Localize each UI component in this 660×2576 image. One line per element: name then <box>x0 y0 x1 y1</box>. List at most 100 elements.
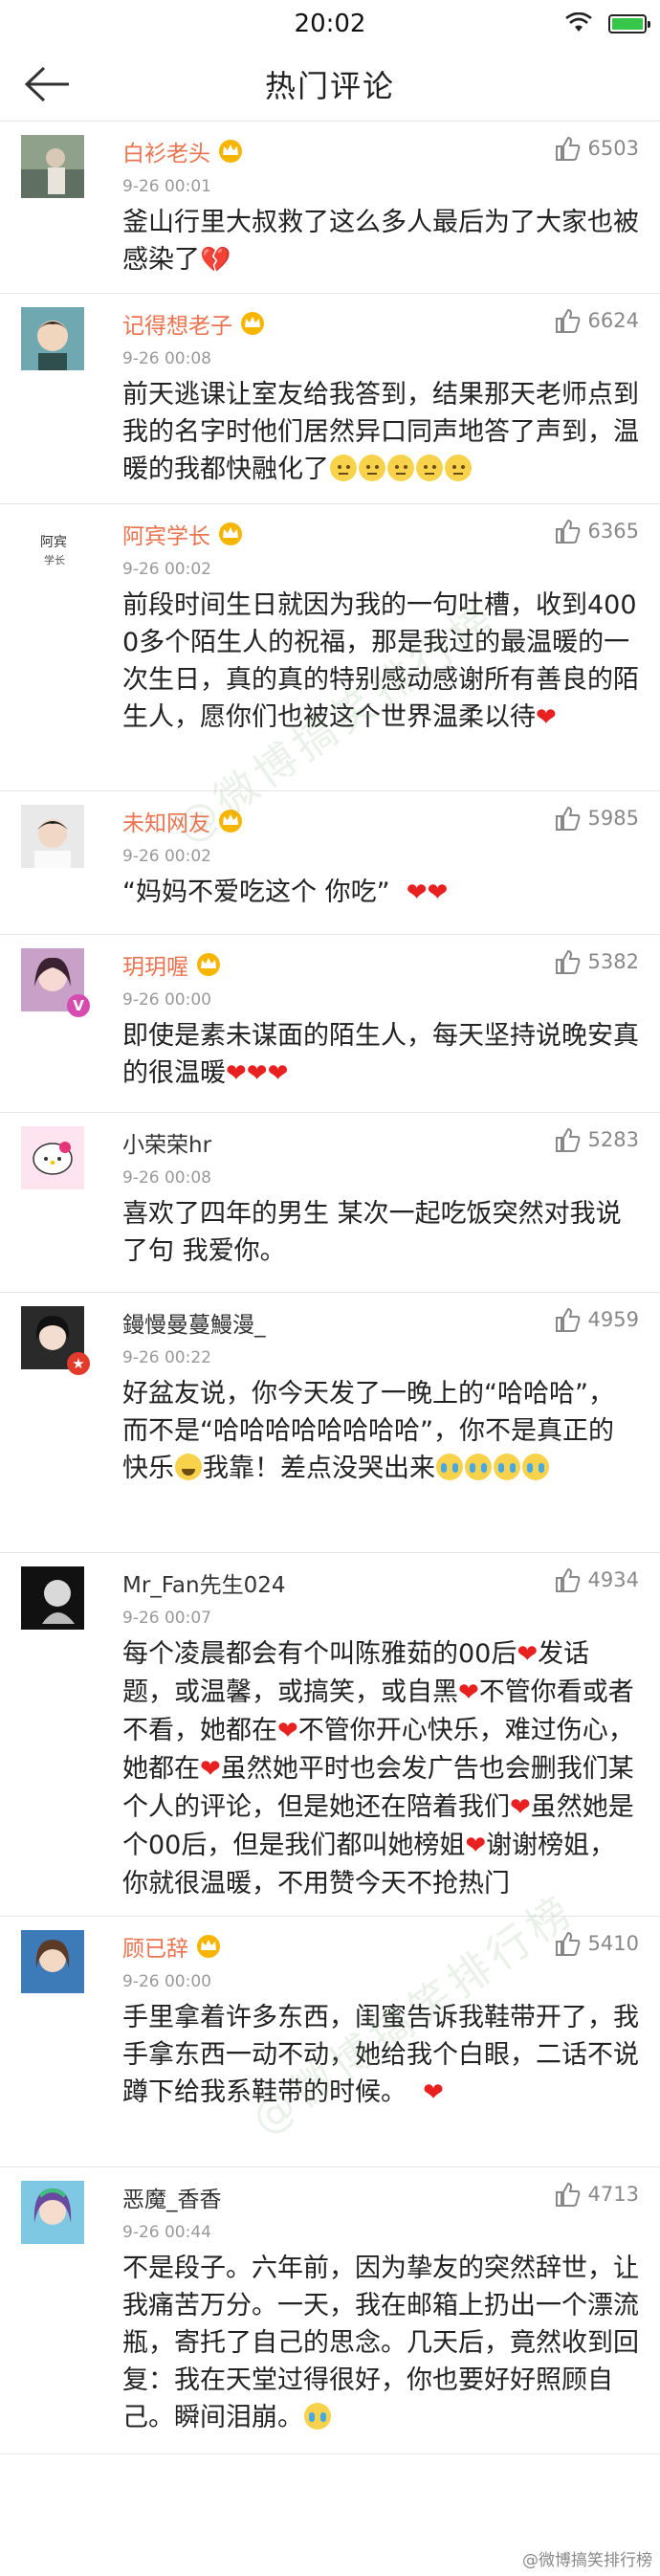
battery-icon <box>608 14 650 33</box>
comment-item: 恶魔_香香 9-26 00:44 4713 不是段子。六年前，因为挚友的突然辞世… <box>0 2167 660 2454</box>
like-button[interactable]: 6503 <box>554 135 639 162</box>
heart-icon: ❤ <box>267 1059 289 1088</box>
crown-icon <box>197 953 220 976</box>
like-count: 4713 <box>587 2183 639 2206</box>
username[interactable]: 鏝慢曼蔓鰻漫_ <box>122 1306 266 1339</box>
thumb-up-icon <box>555 1127 580 1152</box>
like-count: 6624 <box>587 309 639 332</box>
username[interactable]: 恶魔_香香 <box>122 2181 222 2213</box>
like-count: 4959 <box>587 1308 639 1331</box>
comment-time: 9-26 00:08 <box>122 1168 211 1188</box>
comment-time: 9-26 00:08 <box>122 349 211 368</box>
thumb-up-icon <box>555 308 580 333</box>
like-button[interactable]: 4713 <box>554 2181 639 2208</box>
crying-emoji-icon <box>522 1454 549 1480</box>
verified-badge-icon: V <box>67 994 90 1017</box>
thumb-up-icon <box>555 806 580 831</box>
like-count: 6503 <box>587 137 639 160</box>
username[interactable]: 小荣荣hr <box>122 1126 211 1159</box>
comment-text: 前段时间生日就因为我的一句吐槽，收到4000多个陌生人的祝福，那是我过的最温暖的… <box>122 590 639 732</box>
like-button[interactable]: 5283 <box>554 1126 639 1153</box>
like-count: 5410 <box>587 1932 639 1955</box>
comment-item: V 玥玥喔 9-26 00:00 5382 即使是素未谋面的陌生人，每天坚持说晚… <box>0 935 660 1113</box>
avatar[interactable] <box>21 1930 84 1993</box>
crying-emoji-icon <box>465 1454 492 1480</box>
username[interactable]: 白衫老头 <box>122 135 245 167</box>
crying-emoji-icon <box>304 2403 331 2430</box>
heart-icon: ❤ <box>510 1793 531 1822</box>
crown-icon <box>219 140 242 163</box>
doge-emoji-icon <box>175 1454 202 1480</box>
like-count: 5283 <box>587 1128 639 1151</box>
heart-icon: ❤ <box>465 1832 487 1860</box>
heart-icon: ❤ <box>226 1059 247 1088</box>
comment-text: 即使是素未谋面的陌生人，每天坚持说晚安真的很温暖❤❤❤ <box>122 1021 639 1088</box>
comment-text: 喜欢了四年的男生 某次一起吃饭突然对我说了句 我爱你。 <box>122 1199 622 1266</box>
avatar[interactable]: 阿宾 学长 <box>21 518 84 581</box>
like-count: 4934 <box>587 1568 639 1591</box>
comment-item: ★ 鏝慢曼蔓鰻漫_ 9-26 00:22 4959 好盆友说，你今天发了一晚上的… <box>0 1293 660 1553</box>
svg-text:学长: 学长 <box>44 553 65 566</box>
username[interactable]: 玥玥喔 <box>122 948 223 981</box>
comment-item: 顾已辞 9-26 00:00 5410 手里拿着许多东西，闺蜜告诉我鞋带开了，我… <box>0 1917 660 2167</box>
username[interactable]: 阿宾学长 <box>122 518 245 550</box>
crying-emoji-icon <box>494 1454 520 1480</box>
comment-text: “妈妈不爱吃这个 你吃” ❤❤ <box>122 877 449 907</box>
avatar[interactable] <box>21 1126 84 1189</box>
comment-item: 小荣荣hr 9-26 00:08 5283 喜欢了四年的男生 某次一起吃饭突然对… <box>0 1113 660 1293</box>
username[interactable]: 记得想老子 <box>122 307 267 340</box>
avatar[interactable] <box>21 1566 84 1630</box>
thinking-emoji-icon <box>387 455 414 481</box>
thumb-up-icon <box>555 136 580 161</box>
thumb-up-icon <box>555 1931 580 1956</box>
thumb-up-icon <box>555 949 580 974</box>
thinking-emoji-icon <box>445 455 472 481</box>
comment-time: 9-26 00:00 <box>122 990 211 1010</box>
like-button[interactable]: 5410 <box>554 1930 639 1957</box>
username[interactable]: 未知网友 <box>122 805 245 837</box>
thumb-up-icon <box>555 1567 580 1592</box>
page-title: 热门评论 <box>264 68 395 104</box>
heart-icon: ❤ <box>427 878 449 907</box>
crown-icon <box>219 522 242 545</box>
crown-icon <box>241 312 264 335</box>
thumb-up-icon <box>555 519 580 544</box>
like-button[interactable]: 5382 <box>554 948 639 975</box>
like-button[interactable]: 6365 <box>554 518 639 544</box>
comment-time: 9-26 00:02 <box>122 847 211 866</box>
username[interactable]: 顾已辞 <box>122 1930 223 1963</box>
like-button[interactable]: 6624 <box>554 307 639 334</box>
comment-text: 手里拿着许多东西，闺蜜告诉我鞋带开了，我手拿东西一动不动，她给我个白眼，二话不说… <box>122 2003 639 2107</box>
nav-bar: 热门评论 <box>0 48 660 122</box>
like-button[interactable]: 4959 <box>554 1306 639 1333</box>
like-count: 6365 <box>587 520 639 543</box>
heart-icon: ❤ <box>536 703 557 732</box>
avatar[interactable] <box>21 307 84 370</box>
thinking-emoji-icon <box>359 455 385 481</box>
crying-emoji-icon <box>436 1454 463 1480</box>
like-button[interactable]: 4934 <box>554 1566 639 1593</box>
status-time: 20:02 <box>294 10 366 38</box>
comment-item: 未知网友 9-26 00:02 5985 “妈妈不爱吃这个 你吃” ❤❤ <box>0 791 660 935</box>
comment-time: 9-26 00:02 <box>122 560 211 579</box>
username[interactable]: Mr_Fan先生024 <box>122 1566 286 1599</box>
avatar[interactable] <box>21 135 84 198</box>
comment-time: 9-26 00:22 <box>122 1348 211 1367</box>
heart-icon: ❤ <box>200 1755 221 1784</box>
comment-text: 好盆友说，你今天发了一晚上的“哈哈哈”，而不是“哈哈哈哈哈哈哈哈”，你不是真正的… <box>122 1379 614 1483</box>
back-arrow-icon[interactable] <box>23 65 73 103</box>
heart-icon: ❤ <box>406 878 428 907</box>
comment-item: Mr_Fan先生024 9-26 00:07 4934 每个凌晨都会有个叫陈雅茹… <box>0 1553 660 1917</box>
comment-time: 9-26 00:07 <box>122 1609 211 1628</box>
avatar[interactable] <box>21 805 84 868</box>
like-count: 5985 <box>587 807 639 830</box>
thumb-up-icon <box>555 2182 580 2207</box>
avatar[interactable] <box>21 2181 84 2244</box>
heart-icon: ❤ <box>423 2078 444 2107</box>
crown-icon <box>197 1935 220 1958</box>
heart-icon: ❤ <box>517 1640 539 1669</box>
like-button[interactable]: 5985 <box>554 805 639 832</box>
comment-text: 每个凌晨都会有个叫陈雅茹的00后❤发话题，或温馨，或搞笑，或自黑❤不管你看或者不… <box>122 1639 634 1899</box>
heart-icon: ❤ <box>458 1678 479 1707</box>
thinking-emoji-icon <box>330 455 357 481</box>
